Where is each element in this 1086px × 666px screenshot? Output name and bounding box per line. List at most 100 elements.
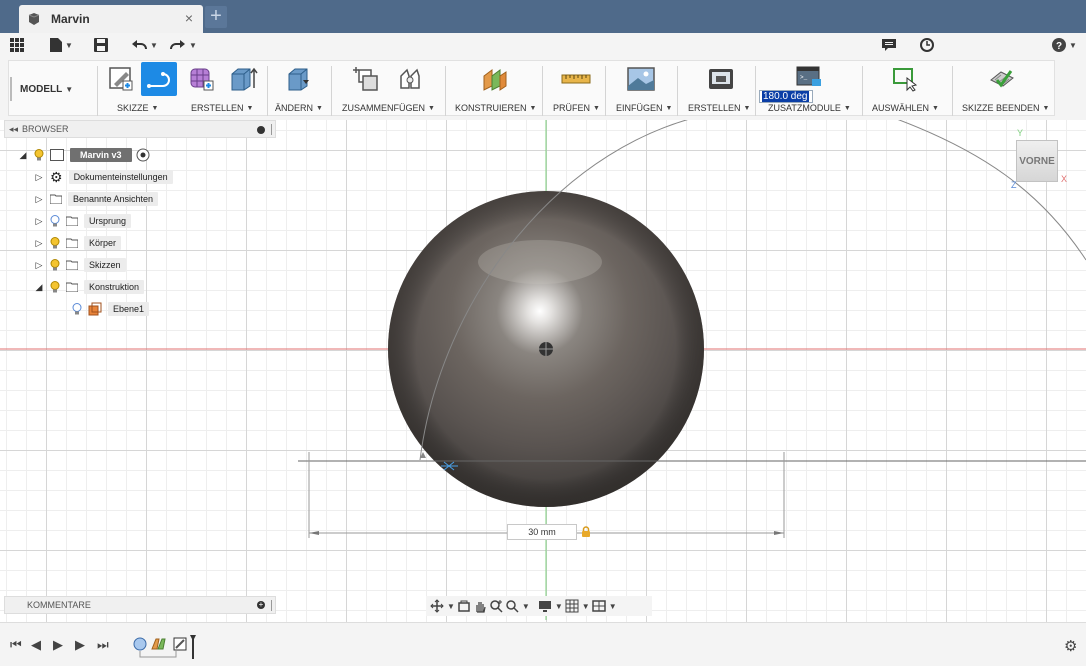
group-erstellen2-menu[interactable]: ERSTELLEN ▼: [688, 102, 750, 114]
extrude-tool[interactable]: [226, 62, 260, 96]
orbit-icon: [430, 599, 444, 613]
lock-icon[interactable]: [581, 526, 591, 537]
active-radio-icon[interactable]: [136, 148, 150, 162]
finish-sketch-tool[interactable]: [985, 62, 1019, 96]
timeline-play-button[interactable]: ▶: [53, 637, 63, 653]
browser-panel: ◂◂ BROWSER ◢ Marvin v3 ▷ ⚙ Dokumenteinst…: [4, 120, 276, 320]
expand-icon[interactable]: ▷: [34, 216, 44, 227]
save-button[interactable]: [94, 36, 108, 54]
scripts-tool[interactable]: >_: [792, 64, 826, 90]
visibility-bulb-icon[interactable]: [34, 149, 44, 161]
viewports-button[interactable]: ▼: [591, 599, 617, 613]
visibility-bulb-icon[interactable]: [50, 259, 60, 271]
add-comment-icon[interactable]: +: [257, 601, 265, 609]
render-icon: [709, 69, 733, 89]
orbit-button[interactable]: ▼: [430, 599, 455, 613]
offset-plane-tool[interactable]: [478, 62, 512, 96]
workspace-switcher[interactable]: MODELL ▼: [20, 80, 73, 98]
create-sketch-tool[interactable]: [106, 62, 136, 96]
tree-item-koerper[interactable]: ▷ Körper: [34, 234, 122, 252]
save-icon: [94, 38, 108, 52]
pin-icon[interactable]: [257, 126, 265, 134]
joint-icon: [400, 68, 420, 89]
tree-item-benannte-ansichten[interactable]: ▷ Benannte Ansichten: [34, 190, 159, 208]
select-tool[interactable]: [888, 62, 922, 96]
group-skizze-beenden-menu[interactable]: SKIZZE BEENDEN ▼: [962, 102, 1049, 114]
sphere-feature-icon[interactable]: [133, 637, 147, 651]
visibility-bulb-icon[interactable]: [50, 215, 60, 227]
group-erstellen-menu[interactable]: ERSTELLEN ▼: [191, 102, 253, 114]
tree-item-ursprung[interactable]: ▷ Ursprung: [34, 212, 132, 230]
group-pruefen-menu[interactable]: PRÜFEN ▼: [553, 102, 600, 114]
group-label: AUSWÄHLEN: [872, 103, 930, 113]
create-form-tool[interactable]: [186, 62, 218, 96]
document-tab[interactable]: Marvin ×: [19, 5, 203, 33]
display-icon: [538, 601, 551, 612]
expand-icon[interactable]: ▷: [34, 172, 44, 183]
zoom-button[interactable]: [489, 599, 503, 613]
visibility-bulb-icon[interactable]: [72, 303, 82, 315]
document-tab-title: Marvin: [51, 12, 90, 26]
arc-tool[interactable]: [141, 62, 177, 96]
press-pull-tool[interactable]: [282, 62, 316, 96]
display-settings-button[interactable]: ▼: [538, 599, 563, 613]
panel-handle-icon[interactable]: [271, 600, 272, 611]
expand-icon[interactable]: ▷: [34, 260, 44, 271]
joint-tool[interactable]: [392, 62, 426, 96]
visibility-bulb-icon[interactable]: [50, 281, 60, 293]
comments-icon[interactable]: [882, 36, 896, 54]
expand-icon[interactable]: ▷: [34, 194, 44, 205]
viewcube[interactable]: VORNE: [1016, 140, 1058, 182]
browser-header[interactable]: ◂◂ BROWSER: [4, 120, 276, 138]
app-grid-icon[interactable]: [10, 36, 24, 54]
group-skizze-menu[interactable]: SKIZZE ▼: [117, 102, 158, 114]
close-tab-icon[interactable]: ×: [185, 10, 193, 26]
render-tool[interactable]: [704, 62, 738, 96]
dimension-value-box[interactable]: 30 mm: [507, 524, 577, 540]
help-button[interactable]: ? ▼: [1052, 36, 1077, 54]
new-tab-button[interactable]: +: [205, 6, 227, 28]
new-component-tool[interactable]: [350, 62, 384, 96]
image-icon: [627, 67, 655, 91]
expand-icon[interactable]: ▷: [34, 238, 44, 249]
timeline-last-button[interactable]: ⏭: [97, 637, 109, 653]
fit-button[interactable]: ▼: [505, 599, 530, 613]
construction-plane-icon: [88, 302, 102, 316]
group-zusatzmodule-menu[interactable]: ZUSATZMODULE ▼: [768, 102, 851, 114]
collapse-icon[interactable]: ◂◂: [9, 124, 18, 135]
grid-settings-button[interactable]: ▼: [565, 599, 590, 613]
look-at-button[interactable]: [457, 599, 471, 613]
expand-icon[interactable]: ◢: [34, 282, 44, 293]
group-konstruieren-menu[interactable]: KONSTRUIEREN ▼: [455, 102, 536, 114]
pan-button[interactable]: [473, 599, 487, 613]
file-menu-button[interactable]: ▼: [50, 36, 73, 54]
group-auswaehlen-menu[interactable]: AUSWÄHLEN ▼: [872, 102, 939, 114]
group-zusammenfuegen-menu[interactable]: ZUSAMMENFÜGEN ▼: [342, 102, 435, 114]
timeline-marker[interactable]: [192, 639, 194, 659]
tree-item-dokumenteinstellungen[interactable]: ▷ ⚙ Dokumenteinstellungen: [34, 168, 173, 186]
timeline-next-button[interactable]: ▶: [75, 637, 85, 653]
timeline-prev-button[interactable]: ◀: [31, 637, 41, 653]
timeline-first-button[interactable]: ⏮: [10, 637, 22, 653]
tree-item-ebene1[interactable]: Ebene1: [72, 300, 150, 318]
tree-root[interactable]: ◢ Marvin v3: [18, 146, 150, 164]
history-clock-icon[interactable]: [920, 36, 934, 54]
visibility-bulb-icon[interactable]: [50, 237, 60, 249]
comments-panel[interactable]: KOMMENTARE +: [4, 596, 276, 614]
group-einfuegen-menu[interactable]: EINFÜGEN ▼: [616, 102, 672, 114]
timeline-features[interactable]: [132, 635, 202, 661]
title-bar: Marvin × +: [0, 0, 1086, 33]
insert-canvas-tool[interactable]: [624, 62, 658, 96]
comments-title: KOMMENTARE: [27, 600, 91, 610]
redo-button[interactable]: ▼: [170, 36, 197, 54]
panel-handle-icon[interactable]: [271, 124, 272, 135]
timeline-settings-gear-icon[interactable]: ⚙: [1064, 637, 1077, 655]
expand-icon[interactable]: ◢: [18, 150, 28, 161]
tree-item-konstruktion[interactable]: ◢ Konstruktion: [34, 278, 145, 296]
angle-input-field[interactable]: 180.0 deg: [759, 90, 813, 103]
tree-item-skizzen[interactable]: ▷ Skizzen: [34, 256, 126, 274]
group-label: ÄNDERN: [275, 103, 314, 113]
group-aendern-menu[interactable]: ÄNDERN ▼: [275, 102, 323, 114]
measure-tool[interactable]: [558, 62, 594, 96]
undo-button[interactable]: ▼: [131, 36, 158, 54]
